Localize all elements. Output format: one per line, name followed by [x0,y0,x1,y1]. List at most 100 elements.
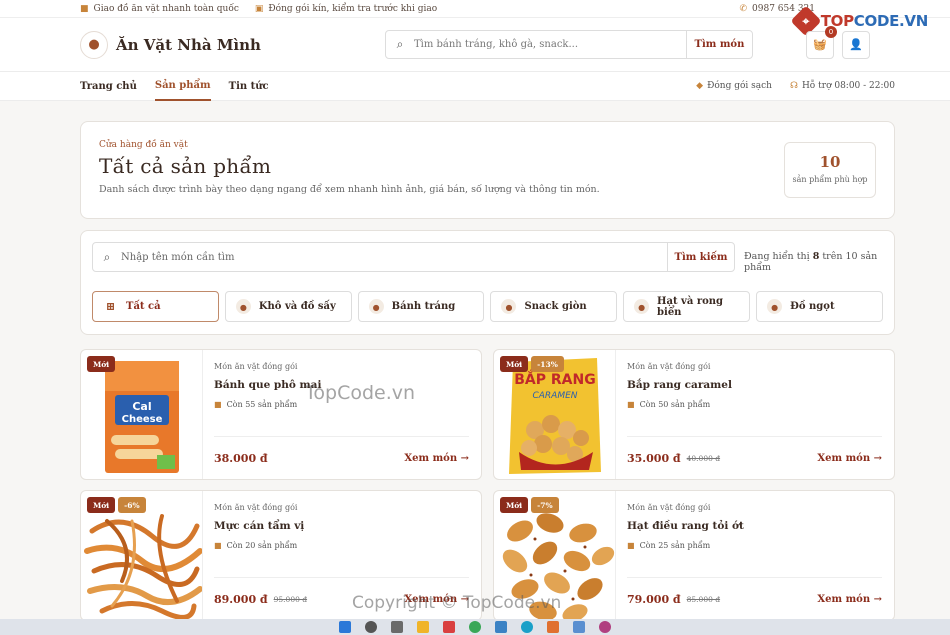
product-search: ⌕ Nhập tên món cần tìm Tìm kiếm [92,242,735,272]
product-price: 35.000 đ [627,451,681,465]
product-info: Món ăn vặt đóng gói Bắp rang caramel ■ Cò… [616,350,894,479]
mail-icon[interactable] [547,621,559,633]
discount-badge: -6% [118,497,146,513]
chrome-icon[interactable] [469,621,481,633]
nav-products[interactable]: Sản phẩm [154,72,211,101]
product-card[interactable]: Mới -13% BẮP RANG CARAMEN Món ăn vặt đón… [493,349,895,480]
category-rice-paper[interactable]: ● Bánh tráng [357,291,485,322]
product-name[interactable]: Hạt điều rang tỏi ớt [627,520,882,532]
product-image[interactable]: Mới -6% [81,491,203,620]
product-card[interactable]: Mới Cal Cheese Món ăn vặt đóng gói Bánh … [80,349,482,480]
box-icon: ■ [627,400,635,409]
product-old-price: 85.000 đ [686,594,721,604]
nav-home[interactable]: Trang chủ [80,72,137,101]
site-logo[interactable]: ● Ăn Vặt Nhà Mình [80,30,261,59]
packing-info: ▣ Đóng gói kín, kiểm tra trước khi giao [255,4,437,14]
os-taskbar [0,619,950,635]
category-all[interactable]: ⊞ Tất cả [92,291,219,322]
product-tags: Mới -7% [500,497,559,513]
nav-meta: ◆ Đóng gói sạch ☊ Hỗ trợ 08:00 - 22:00 [696,81,895,91]
arrow-right-icon: → [460,593,469,605]
product-image[interactable]: Mới -7% [494,491,616,620]
page-hero: Cửa hàng đồ ăn vặt Tất cả sản phẩm Danh … [80,121,895,219]
package-label-2: Cheese [121,414,162,425]
new-badge: Mới [500,356,529,372]
main-nav: Trang chủ Sản phẩm Tin tức ◆ Đóng gói sạc… [0,72,950,101]
view-product-label: Xem món [817,593,871,605]
category-snack[interactable]: ● Snack giòn [490,291,618,322]
clean-packing-info: ◆ Đóng gói sạch [696,81,772,91]
notepad-icon[interactable] [573,621,585,633]
product-name[interactable]: Bánh que phô mai [214,379,469,391]
cookie-icon: ● [80,30,108,59]
category-dried[interactable]: ● Khô và đồ sấy [224,291,352,322]
category-label: Hạt và rong biển [657,295,724,318]
category-label: Đồ ngọt [790,301,835,312]
product-count: 10 [819,153,841,171]
product-image[interactable]: Mới -13% BẮP RANG CARAMEN [494,350,616,479]
product-name[interactable]: Mực cán tẩm vị [214,520,469,532]
product-stock: ■ Còn 55 sản phẩm [214,400,469,409]
box-icon: ■ [214,400,222,409]
product-image[interactable]: Mới Cal Cheese [81,350,203,479]
showing-prefix: Đang hiển thị [744,251,810,262]
truck-icon: ■ [80,3,89,14]
product-tags: Mới -6% [87,497,146,513]
cookie-icon: ● [634,299,650,314]
box-icon: ■ [627,541,635,550]
nav-news[interactable]: Tin tức [229,72,269,101]
cookie-icon: ● [767,299,783,314]
category-tabs: ⊞ Tất cả ● Khô và đồ sấy ● Bánh tráng ● Snac… [92,291,883,322]
product-info: Món ăn vặt đóng gói Hạt điều rang tỏi ớt… [616,491,894,620]
new-badge: Mới [87,497,116,513]
product-info: Món ăn vặt đóng gói Bánh que phô mai ■ Cò… [203,350,481,479]
site-name: Ăn Vặt Nhà Mình [116,35,261,54]
hero-description: Danh sách được trình bày theo dạng ngang… [99,184,600,195]
product-card[interactable]: Mới -6% Món ăn vặt đóng gói Mực cán tẩm … [80,490,482,621]
search-icon[interactable] [365,621,377,633]
product-old-price: 95.000 đ [273,594,308,604]
cart-button[interactable]: 🧺 0 [806,25,837,59]
product-type: Món ăn vặt đóng gói [214,503,298,512]
clean-packing-text: Đóng gói sạch [707,81,772,91]
zalo-icon[interactable] [495,621,507,633]
view-product-label: Xem món [404,452,458,464]
new-badge: Mới [87,356,116,372]
category-nuts[interactable]: ● Hạt và rong biển [623,291,751,322]
folder-icon[interactable] [417,621,429,633]
task-view-icon[interactable] [391,621,403,633]
stock-text: Còn 50 sản phẩm [639,400,711,409]
header-actions: 🧺 0 👤 [806,25,870,59]
product-card[interactable]: Mới -7% Món ăn vặt đóng gói Hạt điều ran… [493,490,895,621]
app-icon[interactable] [443,621,455,633]
box-icon: ■ [214,541,222,550]
page-title: Tất cả sản phẩm [99,154,272,178]
header-search-input[interactable]: Tìm bánh tráng, khô gà, snack... [414,39,686,50]
product-footer: 89.000 đ 95.000 đ Xem món → [214,577,469,620]
view-product-link[interactable]: Xem món → [817,594,882,605]
view-product-label: Xem món [404,593,458,605]
product-footer: 79.000 đ 85.000 đ Xem món → [627,577,882,620]
basket-icon: 🧺 [813,38,827,51]
account-button[interactable]: 👤 [842,30,870,59]
phone-icon: ✆ [739,3,748,14]
view-product-link[interactable]: Xem món → [404,453,469,464]
browser-icon[interactable] [599,621,611,633]
new-badge: Mới [500,497,529,513]
category-label: Tất cả [126,301,161,312]
category-sweets[interactable]: ● Đồ ngọt [756,291,883,322]
stock-text: Còn 20 sản phẩm [226,541,298,550]
product-search-button[interactable]: Tìm kiếm [667,243,734,271]
edge-icon[interactable] [521,621,533,633]
product-name[interactable]: Bắp rang caramel [627,379,882,391]
header-search-button[interactable]: Tìm món [685,31,752,58]
view-product-link[interactable]: Xem món → [817,453,882,464]
showing-number: 8 [812,251,820,262]
box-icon: ▣ [254,3,264,14]
cal-cheese-package-image: Cal Cheese [104,360,179,473]
product-footer: 38.000 đ Xem món → [214,436,469,479]
product-search-input[interactable]: Nhập tên món cần tìm [121,252,667,263]
product-stock: ■ Còn 25 sản phẩm [627,541,882,550]
view-product-link[interactable]: Xem món → [404,594,469,605]
windows-start-icon[interactable] [339,621,351,633]
